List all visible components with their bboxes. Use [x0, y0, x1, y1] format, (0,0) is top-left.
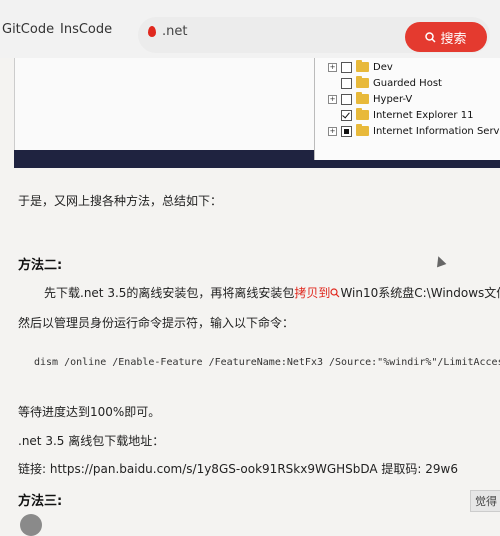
feature-label: Internet Information Services [373, 125, 500, 137]
feature-checkbox[interactable] [341, 125, 352, 137]
folder-icon [356, 76, 369, 88]
feature-checkbox[interactable] [341, 77, 352, 89]
intro-text: 于是，又网上搜各种方法，总结如下： [18, 194, 223, 208]
step2-text: 然后以管理员身份运行命令提示符，输入以下命令： [18, 316, 295, 330]
step3-text: 等待进度达到100%即可。 [18, 405, 161, 419]
search-icon [425, 31, 437, 43]
folder-icon [356, 60, 369, 72]
feature-checkbox[interactable] [341, 93, 352, 105]
search-input-value[interactable]: .net [162, 24, 187, 39]
feature-row[interactable]: Internet Explorer 11 [328, 108, 473, 122]
folder-icon [356, 124, 369, 136]
side-button[interactable]: 觉得 [470, 490, 500, 512]
feature-checkbox[interactable] [341, 61, 352, 73]
nav-link-gitcode[interactable]: GitCode [2, 22, 54, 37]
folder-icon [356, 108, 369, 120]
feature-checkbox[interactable] [341, 109, 352, 121]
feature-row[interactable]: + Internet Information Services [328, 124, 500, 138]
avatar [20, 514, 42, 536]
search-button[interactable]: 搜索 [405, 22, 487, 52]
flame-icon [148, 26, 156, 37]
feature-label: Internet Explorer 11 [373, 109, 474, 121]
feature-row[interactable]: Guarded Host [328, 76, 442, 90]
expander-icon[interactable]: + [328, 62, 337, 72]
expander-icon[interactable]: + [328, 126, 337, 136]
search-button-label: 搜索 [440, 31, 467, 47]
feature-label: Dev [373, 61, 393, 73]
mouse-cursor-icon [433, 254, 447, 268]
folder-icon [356, 92, 369, 104]
expander-icon [328, 111, 337, 120]
article-image [14, 58, 315, 158]
expander-icon [328, 79, 337, 88]
copy-to-link[interactable]: 拷贝到 [294, 286, 330, 300]
download-link[interactable]: 链接: https://pan.baidu.com/s/1y8GS-ook91R… [18, 460, 458, 477]
nav-link-inscode[interactable]: InsCode [60, 22, 112, 37]
step1-before: 先下载.net 3.5的离线安装包，再将离线安装包 [44, 286, 295, 300]
search-icon[interactable] [330, 288, 340, 298]
feature-row[interactable]: + Hyper-V [328, 92, 412, 106]
feature-label: Hyper-V [373, 93, 413, 105]
step1-text: 先下载.net 3.5的离线安装包，再将离线安装包拷贝到 Win10系统盘C:\W… [44, 284, 500, 301]
download-label: .net 3.5 离线包下载地址： [18, 434, 165, 448]
method2-heading: 方法二: [18, 258, 63, 273]
step1-after: Win10系统盘C:\Windows文件 [340, 286, 500, 300]
feature-label: Guarded Host [373, 77, 442, 89]
method3-heading: 方法三: [18, 494, 63, 509]
feature-row[interactable]: + Dev [328, 60, 393, 74]
command-code: dism /online /Enable-Feature /FeatureNam… [34, 357, 500, 368]
expander-icon[interactable]: + [328, 94, 337, 104]
